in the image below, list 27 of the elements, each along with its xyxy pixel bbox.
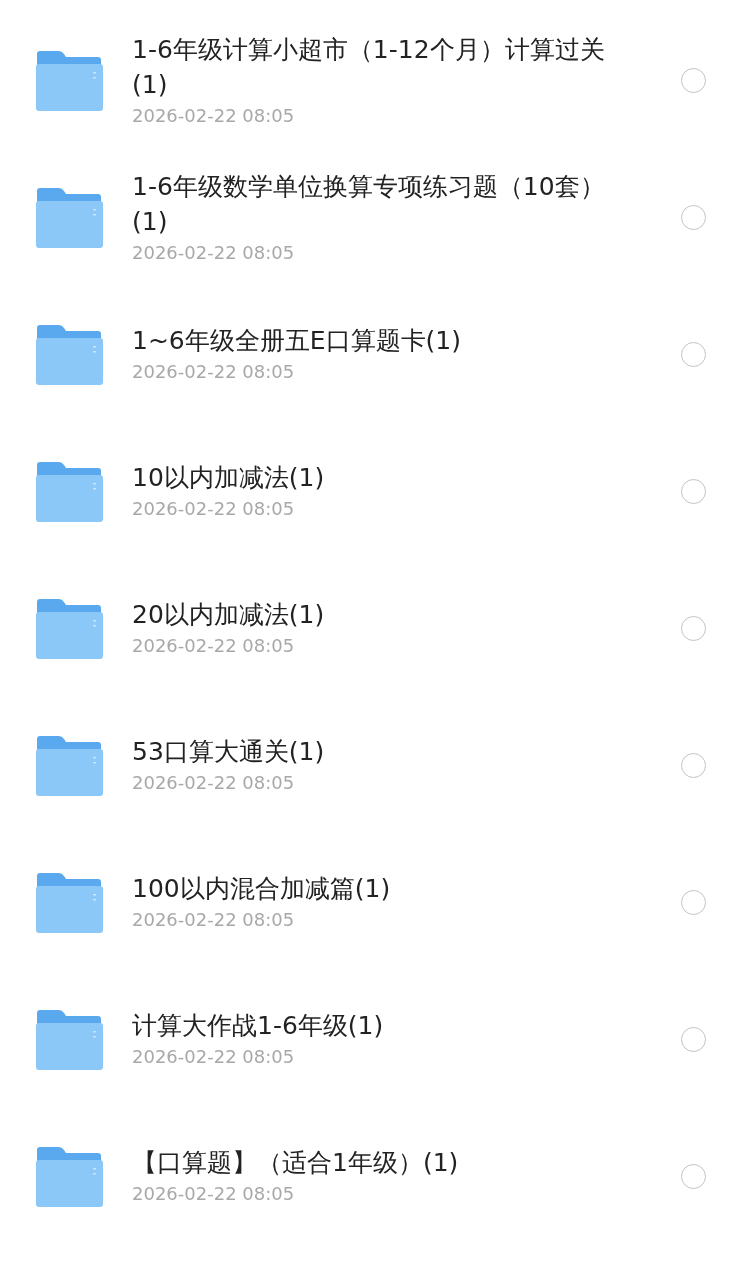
folder-name: 计算大作战1-6年级(1) <box>132 1010 385 1042</box>
modified-date: 2026-02-22 08:05 <box>132 497 296 521</box>
modified-date: 2026-02-22 08:05 <box>132 771 296 795</box>
folder-name: 100以内混合加减篇(1) <box>132 873 392 905</box>
folder-name: 20以内加减法(1) <box>132 599 326 631</box>
modified-date: 2026-02-22 08:05 <box>132 1045 296 1069</box>
folder-name: 1~6年级全册五E口算题卡(1) <box>132 325 462 357</box>
folder-icon <box>35 460 103 523</box>
modified-date: 2026-02-22 08:05 <box>132 240 296 265</box>
modified-date: 2026-02-22 08:05 <box>132 634 296 658</box>
folder-icon <box>35 734 103 797</box>
folder-icon <box>35 323 103 386</box>
folder-name: 53口算大通关(1) <box>132 736 326 768</box>
folder-name: 10以内加减法(1) <box>132 462 326 494</box>
folder-icon <box>35 871 103 934</box>
modified-date: 2026-02-22 08:05 <box>132 908 296 932</box>
modified-date: 2026-02-22 08:05 <box>132 1182 296 1206</box>
folder-icon <box>35 1008 103 1071</box>
folder-name: 【口算题】（适合1年级）(1) <box>132 1147 460 1179</box>
folder-icon <box>35 597 103 660</box>
folder-icon <box>35 49 103 112</box>
folder-name: 1-6年级计算小超市（1-12个月）计算过关(1) <box>132 33 606 101</box>
modified-date: 2026-02-22 08:05 <box>132 103 296 128</box>
modified-date: 2026-02-22 08:05 <box>132 360 296 384</box>
folder-icon <box>35 186 103 249</box>
folder-name: 1-6年级数学单位换算专项练习题（10套）(1) <box>132 170 606 238</box>
folder-icon <box>35 1145 103 1208</box>
